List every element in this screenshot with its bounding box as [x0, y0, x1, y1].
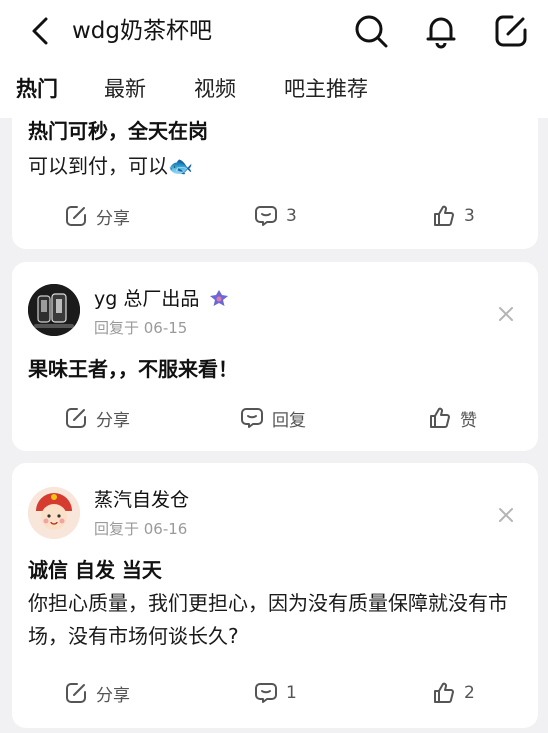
like-count: 3 [464, 206, 475, 226]
share-icon [66, 408, 86, 428]
post-body: 你担心质量，我们更担心，因为没有质量保障就没有市场，没有市场何谈长久? [28, 591, 508, 648]
like-button[interactable]: 2 [432, 679, 475, 707]
comment-icon [255, 206, 277, 226]
product-avatar-image [28, 284, 80, 336]
reply-label: 回复 [272, 410, 306, 431]
like-count: 2 [464, 683, 475, 703]
username: yg 总厂出品 [94, 286, 229, 312]
avatar[interactable] [28, 487, 80, 539]
thumbs-up-icon [430, 407, 450, 428]
username-text: yg 总厂出品 [94, 288, 200, 310]
tab-latest[interactable]: 最新 [104, 74, 146, 104]
level-badge-icon [210, 290, 229, 306]
bell-icon[interactable] [422, 12, 460, 50]
back-icon[interactable] [26, 14, 56, 48]
tab-recommended[interactable]: 吧主推荐 [284, 74, 368, 104]
close-icon[interactable] [496, 505, 516, 525]
share-label: 分享 [96, 208, 130, 229]
close-icon[interactable] [496, 304, 516, 324]
tab-video[interactable]: 视频 [194, 74, 236, 104]
share-label: 分享 [96, 685, 130, 706]
reply-button[interactable]: 回复 [240, 404, 306, 432]
avatar[interactable] [28, 284, 80, 336]
share-button[interactable]: 分享 [64, 679, 130, 707]
share-button[interactable]: 分享 [64, 202, 130, 230]
search-icon[interactable] [352, 12, 390, 50]
thumbs-up-icon [434, 205, 454, 226]
share-button[interactable]: 分享 [64, 404, 130, 432]
comment-button[interactable]: 3 [254, 202, 297, 230]
edit-icon[interactable] [492, 12, 530, 50]
reply-time: 回复于 06-16 [94, 520, 188, 538]
share-icon [66, 683, 86, 703]
forum-title: wdg奶茶杯吧 [72, 18, 213, 44]
comment-count: 1 [286, 683, 297, 703]
comment-button[interactable]: 1 [254, 679, 297, 707]
reply-time: 回复于 06-15 [94, 319, 188, 337]
post-card[interactable]: 热门可秒，全天在岗 可以到付，可以🐟 分享 3 3 [12, 104, 538, 249]
share-label: 分享 [96, 410, 130, 431]
post-title: 热门可秒，全天在岗 [28, 119, 208, 143]
like-button[interactable]: 赞 [428, 404, 477, 432]
post-card[interactable]: 蒸汽自发仓 回复于 06-16 诚信 自发 当天 你担心质量，我们更担心，因为没… [12, 463, 538, 728]
tab-hot[interactable]: 热门 [16, 74, 58, 104]
post-title: 诚信 自发 当天 [28, 558, 162, 582]
post-body: 可以到付，可以🐟 [28, 154, 193, 178]
comment-icon [241, 408, 263, 428]
like-label: 赞 [460, 410, 477, 431]
share-icon [66, 206, 86, 226]
cartoon-avatar-image [28, 487, 80, 539]
post-card[interactable]: yg 总厂出品 回复于 06-15 果味王者，，不服来看！ 分享 回复 赞 [12, 262, 538, 451]
comment-count: 3 [286, 206, 297, 226]
like-button[interactable]: 3 [432, 202, 475, 230]
top-bar: wdg奶茶杯吧 热门 最新 视频 吧主推荐 [0, 0, 548, 118]
thumbs-up-icon [434, 682, 454, 703]
username: 蒸汽自发仓 [94, 489, 190, 511]
post-title: 果味王者，，不服来看！ [28, 357, 238, 381]
comment-icon [255, 683, 277, 703]
